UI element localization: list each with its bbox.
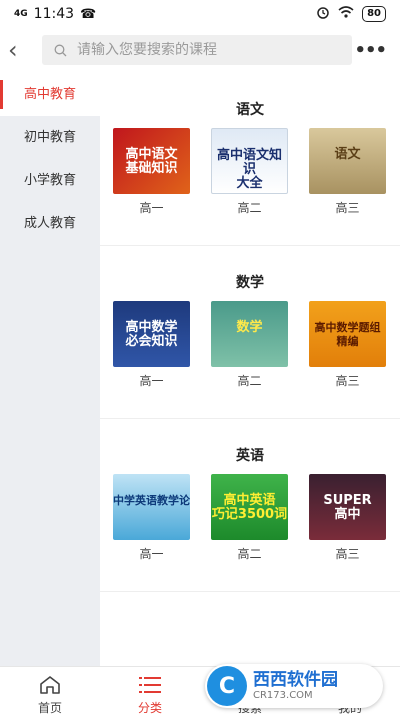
phone-icon: ☎	[80, 6, 97, 22]
network-indicator: 4G	[14, 8, 28, 19]
tab-home[interactable]: 首页	[10, 667, 90, 716]
watermark-url: CR173.COM	[253, 690, 313, 701]
section-title: 英语	[236, 448, 264, 464]
more-icon[interactable]: •••	[354, 40, 387, 61]
section-english: 英语 中学英语教学论 高一 高中英语 巧记3500词 高二 SUPER 高中 高…	[100, 419, 400, 592]
book-grade: 高二	[237, 547, 262, 561]
search-box[interactable]	[42, 35, 352, 65]
book-grade: 高一	[139, 201, 164, 215]
book-grade: 高二	[237, 374, 262, 388]
watermark-badge: C 西西软件园 CR173.COM	[205, 664, 383, 708]
book-item[interactable]: SUPER 高中 高三	[309, 474, 386, 562]
watermark-title: 西西软件园	[253, 670, 338, 690]
book-cover: 高中英语 巧记3500词	[211, 474, 288, 540]
battery-indicator: 80	[362, 6, 386, 22]
book-cover: 高中数学题组 精编	[309, 301, 386, 367]
book-item[interactable]: 语文 高三	[309, 128, 386, 216]
section-math: 数学 高中数学 必会知识 高一 数学 高二 高中数学题组 精编 高三	[100, 246, 400, 419]
search-icon	[54, 44, 67, 56]
book-cover: 高中语文知识 大全	[211, 128, 288, 194]
book-cover: 语文	[309, 128, 386, 194]
clock: 11:43	[33, 6, 75, 22]
book-grade: 高三	[335, 547, 360, 561]
sidebar-item-adult-education[interactable]: 成人教育	[0, 202, 100, 245]
book-grade: 高三	[335, 201, 360, 215]
tab-category[interactable]: 分类	[110, 667, 190, 716]
sidebar-item-primary-school[interactable]: 小学教育	[0, 159, 100, 202]
book-item[interactable]: 中学英语教学论 高一	[113, 474, 190, 562]
section-chinese: 语文 高中语文 基础知识 高一 高中语文知识 大全 高二 语文 高三	[100, 73, 400, 246]
book-grade: 高一	[139, 547, 164, 561]
search-header: ‹ •••	[0, 30, 400, 70]
book-grade: 高一	[139, 374, 164, 388]
wifi-icon	[338, 6, 354, 22]
status-bar: 4G 11:43 ☎ 80	[0, 0, 400, 28]
section-title: 数学	[236, 275, 264, 291]
book-grade: 高三	[335, 374, 360, 388]
home-icon	[10, 673, 90, 697]
tab-label: 分类	[137, 701, 162, 715]
book-cover: 中学英语教学论	[113, 474, 190, 540]
alarm-icon	[316, 5, 330, 23]
back-icon[interactable]: ‹	[8, 38, 18, 62]
book-cover: 高中语文 基础知识	[113, 128, 190, 194]
book-item[interactable]: 高中数学 必会知识 高一	[113, 301, 190, 389]
section-title: 语文	[236, 102, 264, 118]
book-item[interactable]: 数学 高二	[211, 301, 288, 389]
search-input[interactable]	[75, 41, 329, 59]
book-cover: 高中数学 必会知识	[113, 301, 190, 367]
list-icon	[110, 673, 190, 697]
sidebar-item-middle-school[interactable]: 初中教育	[0, 116, 100, 159]
book-cover: SUPER 高中	[309, 474, 386, 540]
book-cover: 数学	[211, 301, 288, 367]
sidebar-item-high-school[interactable]: 高中教育	[0, 73, 100, 116]
book-grade: 高二	[237, 201, 262, 215]
book-item[interactable]: 高中语文知识 大全 高二	[211, 128, 288, 216]
course-content: 语文 高中语文 基础知识 高一 高中语文知识 大全 高二 语文 高三 数学 高中…	[100, 73, 400, 666]
book-item[interactable]: 高中语文 基础知识 高一	[113, 128, 190, 216]
book-item[interactable]: 高中数学题组 精编 高三	[309, 301, 386, 389]
book-item[interactable]: 高中英语 巧记3500词 高二	[211, 474, 288, 562]
watermark-logo-icon: C	[207, 666, 247, 706]
tab-label: 首页	[37, 701, 62, 715]
category-sidebar: 高中教育 初中教育 小学教育 成人教育	[0, 73, 100, 666]
